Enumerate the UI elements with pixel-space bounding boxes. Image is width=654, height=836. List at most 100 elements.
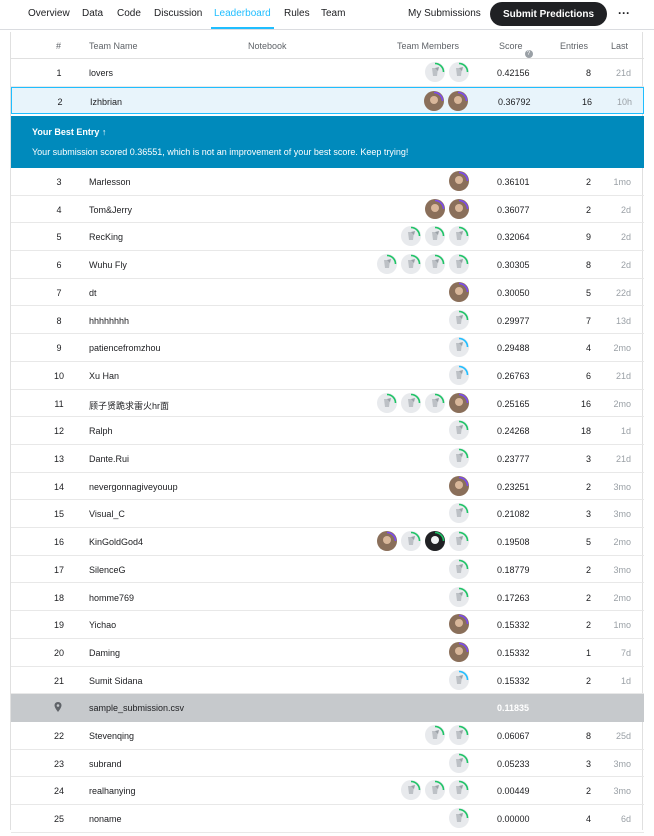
table-row[interactable]: 11 顾子贤跪求雷火hr面 0.25165 16 2mo <box>11 390 644 418</box>
team-name-cell[interactable]: sample_submission.csv <box>89 703 184 713</box>
table-row[interactable]: 10 Xu Han 0.26763 6 21d <box>11 362 644 390</box>
avatar[interactable] <box>424 90 444 111</box>
team-name-cell[interactable]: patiencefromzhou <box>89 343 161 353</box>
team-name-cell[interactable]: subrand <box>89 759 122 769</box>
table-row[interactable]: 13 Dante.Rui 0.23777 3 21d <box>11 445 644 473</box>
avatar[interactable] <box>377 531 397 552</box>
avatar[interactable] <box>401 392 421 413</box>
avatar[interactable] <box>377 392 397 413</box>
table-row[interactable]: 5 RecKing 0.32064 9 2d <box>11 223 644 252</box>
avatar[interactable] <box>449 503 469 524</box>
team-name-cell[interactable]: Sumit Sidana <box>89 676 143 686</box>
avatar[interactable] <box>449 614 469 635</box>
avatar[interactable] <box>449 448 469 468</box>
header-score[interactable]: Score? <box>499 41 533 58</box>
table-row[interactable]: 4 Tom&Jerry 0.36077 2 2d <box>11 196 644 224</box>
info-icon[interactable]: ? <box>524 50 533 58</box>
avatar[interactable] <box>425 725 445 745</box>
avatar[interactable] <box>401 531 421 552</box>
team-name-cell[interactable]: Ralph <box>89 426 113 436</box>
table-row[interactable]: 2 Izhbrian 0.36792 16 10h <box>11 86 644 115</box>
table-row[interactable]: 18 homme769 0.17263 2 2mo <box>11 584 644 612</box>
avatar[interactable] <box>401 254 421 275</box>
tab-overview[interactable]: Overview <box>28 8 70 19</box>
avatar[interactable] <box>401 780 421 801</box>
avatar[interactable] <box>449 808 469 829</box>
avatar[interactable] <box>377 254 397 275</box>
avatar[interactable] <box>425 392 445 413</box>
table-row[interactable]: 25 noname 0.00000 4 6d <box>11 805 644 833</box>
team-name-cell[interactable]: noname <box>89 814 122 824</box>
avatar[interactable] <box>449 309 469 330</box>
my-submissions-link[interactable]: My Submissions <box>408 8 481 19</box>
team-name-cell[interactable]: lovers <box>89 68 113 78</box>
tab-leaderboard[interactable]: Leaderboard <box>214 8 271 19</box>
submit-predictions-button[interactable]: Submit Predictions <box>490 2 607 26</box>
avatar[interactable] <box>425 198 445 219</box>
table-row[interactable]: 20 Daming 0.15332 1 7d <box>11 639 644 667</box>
table-row[interactable]: 12 Ralph 0.24268 18 1d <box>11 417 644 445</box>
more-options-icon[interactable]: ··· <box>618 6 630 20</box>
team-name-cell[interactable]: KinGoldGod4 <box>89 537 143 547</box>
table-row[interactable]: 15 Visual_C 0.21082 3 3mo <box>11 500 644 529</box>
avatar[interactable] <box>449 558 469 579</box>
avatar[interactable] <box>449 752 469 773</box>
table-row[interactable]: 8 hhhhhhhh 0.29977 7 13d <box>11 307 644 335</box>
avatar[interactable] <box>449 337 469 358</box>
avatar[interactable] <box>449 198 469 219</box>
team-name-cell[interactable]: hhhhhhhh <box>89 316 129 326</box>
tab-data[interactable]: Data <box>82 8 103 19</box>
benchmark-row[interactable]: sample_submission.csv 0.11835 <box>11 694 644 722</box>
team-name-cell[interactable]: Marlesson <box>89 177 131 187</box>
header-last[interactable]: Last <box>611 41 628 51</box>
avatar[interactable] <box>449 420 469 441</box>
team-name-cell[interactable]: Stevenqing <box>89 731 134 741</box>
team-name-cell[interactable]: 顾子贤跪求雷火hr面 <box>89 399 169 412</box>
team-name-cell[interactable]: Visual_C <box>89 509 125 519</box>
team-name-cell[interactable]: dt <box>89 288 97 298</box>
tab-code[interactable]: Code <box>117 8 141 19</box>
team-name-cell[interactable]: SilenceG <box>89 565 126 575</box>
avatar[interactable] <box>449 392 469 413</box>
team-name-cell[interactable]: Wuhu Fly <box>89 260 127 270</box>
avatar[interactable] <box>425 780 445 801</box>
team-name-cell[interactable]: Yichao <box>89 620 116 630</box>
table-row[interactable]: 17 SilenceG 0.18779 2 3mo <box>11 556 644 584</box>
avatar[interactable] <box>449 281 469 302</box>
avatar[interactable] <box>448 90 468 111</box>
tab-discussion[interactable]: Discussion <box>154 8 202 19</box>
table-row[interactable]: 14 nevergonnagiveyouup 0.23251 2 3mo <box>11 473 644 501</box>
avatar[interactable] <box>401 226 421 247</box>
table-row[interactable]: 9 patiencefromzhou 0.29488 4 2mo <box>11 334 644 362</box>
header-team-name[interactable]: Team Name <box>89 41 138 51</box>
header-rank[interactable]: # <box>56 41 61 51</box>
avatar[interactable] <box>449 62 469 82</box>
avatar[interactable] <box>425 62 445 82</box>
avatar[interactable] <box>425 254 445 275</box>
table-row[interactable]: 3 Marlesson 0.36101 2 1mo <box>11 168 644 196</box>
table-row[interactable]: 24 realhanying 0.00449 2 3mo <box>11 777 644 806</box>
avatar[interactable] <box>449 475 469 496</box>
team-name-cell[interactable]: Dante.Rui <box>89 454 129 464</box>
avatar[interactable] <box>449 725 469 745</box>
table-row[interactable]: 7 dt 0.30050 5 22d <box>11 279 644 307</box>
tab-team[interactable]: Team <box>321 8 345 19</box>
avatar[interactable] <box>449 586 469 607</box>
table-row[interactable]: 19 Yichao 0.15332 2 1mo <box>11 611 644 639</box>
avatar[interactable] <box>425 531 445 552</box>
table-row[interactable]: 1 lovers 0.42156 8 21d <box>11 59 644 87</box>
avatar[interactable] <box>425 226 445 247</box>
team-name-cell[interactable]: RecKing <box>89 232 123 242</box>
team-name-cell[interactable]: Xu Han <box>89 371 119 381</box>
table-row[interactable]: 22 Stevenqing 0.06067 8 25d <box>11 722 644 750</box>
header-entries[interactable]: Entries <box>560 41 588 51</box>
avatar[interactable] <box>449 226 469 247</box>
table-row[interactable]: 6 Wuhu Fly 0.30305 8 2d <box>11 251 644 279</box>
team-name-cell[interactable]: Izhbrian <box>90 97 122 107</box>
table-row[interactable]: 23 subrand 0.05233 3 3mo <box>11 750 644 778</box>
table-row[interactable]: 21 Sumit Sidana 0.15332 2 1d <box>11 667 644 695</box>
team-name-cell[interactable]: realhanying <box>89 786 136 796</box>
tab-rules[interactable]: Rules <box>284 8 310 19</box>
table-row[interactable]: 16 KinGoldGod4 0.19508 5 2mo <box>11 528 644 556</box>
avatar[interactable] <box>449 669 469 690</box>
